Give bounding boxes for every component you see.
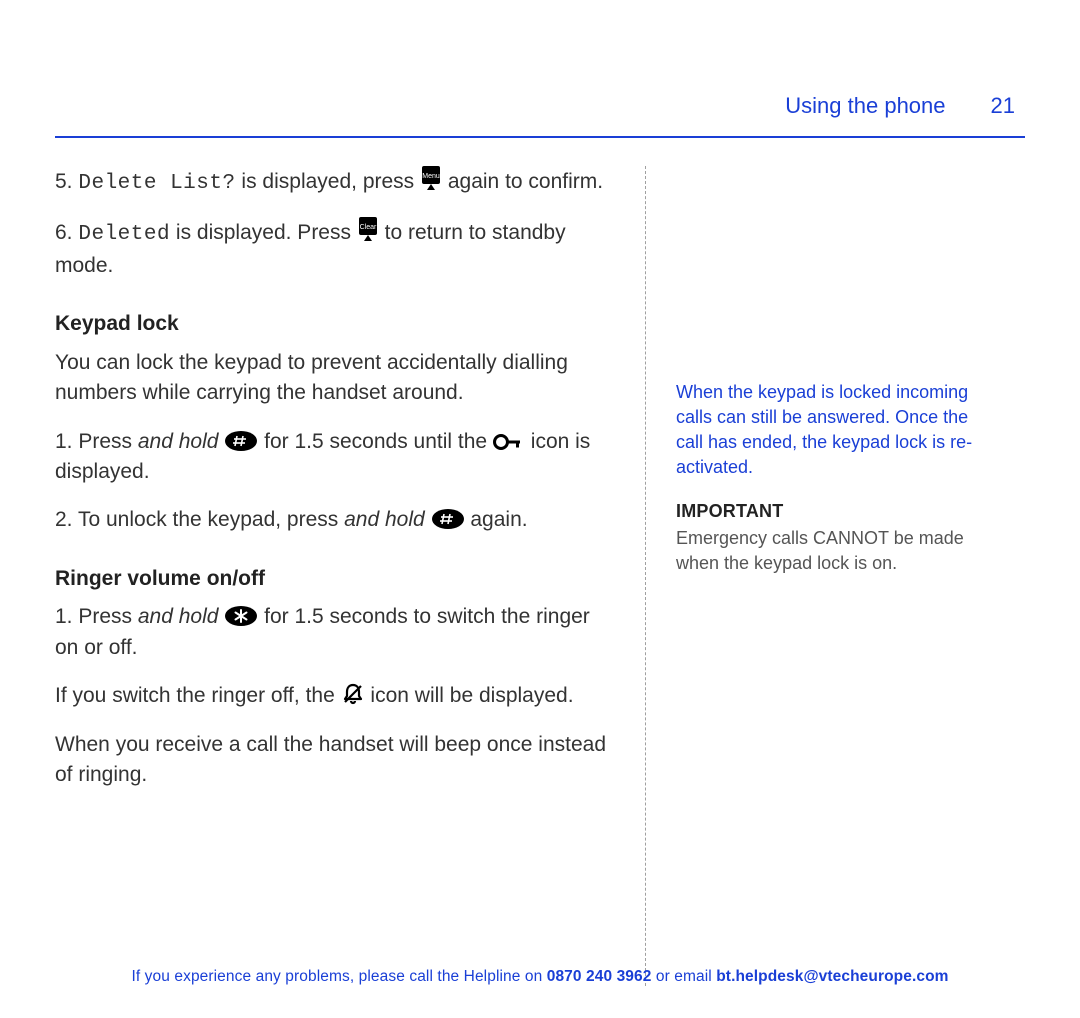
text: again. [465, 508, 528, 531]
text: for 1.5 seconds until the [258, 430, 493, 453]
step-number: 6. [55, 221, 73, 244]
main-column: 5. Delete List? is displayed, press Menu… [55, 166, 645, 954]
page-number: 21 [991, 90, 1015, 122]
text: is displayed, press [236, 170, 420, 193]
menu-key-label: Menu [422, 173, 440, 180]
keypad-lock-step-2: 2. To unlock the keypad, press and hold … [55, 505, 615, 535]
star-key-icon [224, 605, 258, 627]
emphasis-and-hold: and hold [138, 605, 219, 628]
clear-key-icon: Clear [357, 217, 379, 243]
bell-off-icon [341, 682, 365, 706]
text: Press [73, 605, 138, 628]
text: To unlock the keypad, press [73, 508, 345, 531]
side-column: When the keypad is locked incoming calls… [646, 166, 1025, 954]
lcd-text-deleted: Deleted [78, 223, 170, 246]
ringer-beep-note: When you receive a call the handset will… [55, 730, 615, 791]
heading-ringer: Ringer volume on/off [55, 564, 615, 594]
footer-text: If you experience any problems, please c… [131, 968, 546, 985]
important-label: IMPORTANT [676, 499, 1025, 524]
step-5: 5. Delete List? is displayed, press Menu… [55, 166, 615, 199]
step-number: 2. [55, 508, 73, 531]
emphasis-and-hold: and hold [344, 508, 425, 531]
manual-page: Using the phone 21 5. Delete List? is di… [0, 0, 1080, 1018]
lcd-text-delete-list: Delete List? [78, 172, 235, 195]
menu-key-icon: Menu [420, 166, 442, 192]
ringer-off-icon-note: If you switch the ringer off, the icon w… [55, 681, 615, 711]
content-columns: 5. Delete List? is displayed, press Menu… [55, 166, 1025, 954]
page-header: Using the phone 21 [55, 90, 1025, 122]
footer-email: bt.helpdesk@vtecheurope.com [716, 968, 948, 985]
text: Press [73, 430, 138, 453]
keypad-lock-step-1: 1. Press and hold for 1.5 seconds until … [55, 427, 615, 488]
step-number: 1. [55, 605, 73, 628]
keypad-lock-intro: You can lock the keypad to prevent accid… [55, 348, 615, 409]
clear-key-label: Clear [359, 224, 376, 231]
footer-phone: 0870 240 3962 [547, 968, 652, 985]
header-rule [55, 136, 1025, 138]
text: is displayed. Press [170, 221, 357, 244]
important-body: Emergency calls CANNOT be made when the … [676, 526, 986, 576]
hash-key-icon [431, 508, 465, 530]
step-number: 5. [55, 170, 73, 193]
footer-text: or email [651, 968, 716, 985]
key-lock-icon [493, 432, 525, 452]
text: again to confirm. [442, 170, 603, 193]
step-number: 1. [55, 430, 73, 453]
ringer-step-1: 1. Press and hold for 1.5 seconds to swi… [55, 602, 615, 663]
emphasis-and-hold: and hold [138, 430, 219, 453]
page-footer: If you experience any problems, please c… [55, 954, 1025, 988]
hash-key-icon [224, 430, 258, 452]
side-note-keypad-lock: When the keypad is locked incoming calls… [676, 380, 976, 481]
step-6: 6. Deleted is displayed. Press Clear to … [55, 217, 615, 281]
text: icon will be displayed. [365, 684, 574, 707]
heading-keypad-lock: Keypad lock [55, 309, 615, 339]
section-title: Using the phone [785, 90, 945, 122]
text: If you switch the ringer off, the [55, 684, 341, 707]
